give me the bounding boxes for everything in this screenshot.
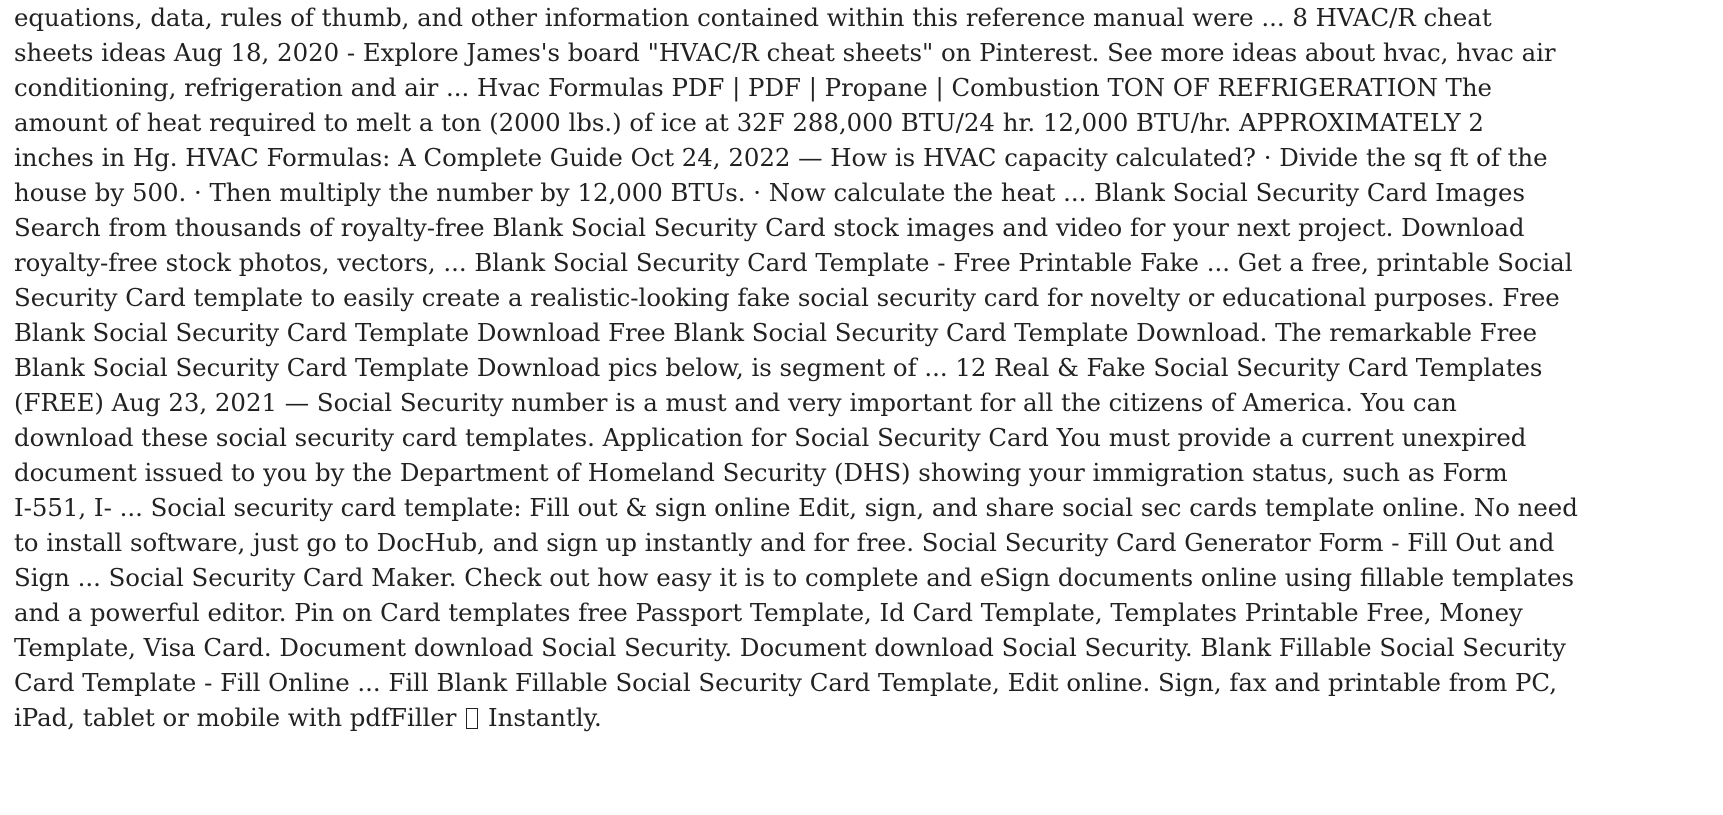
text-line-7: Search from thousands of royalty-free Bl… <box>14 213 1525 242</box>
text-line-16: to install software, just go to DocHub, … <box>14 528 1555 557</box>
text-line-20: Card Template - Fill Online ... Fill Bla… <box>14 668 1557 697</box>
text-line-15: I-551, I- ... Social security card templ… <box>14 493 1578 522</box>
text-line-13: download these social security card temp… <box>14 423 1527 452</box>
text-line-6: house by 500. · Then multiply the number… <box>14 178 1525 207</box>
text-line-8: royalty-free stock photos, vectors, ... … <box>14 248 1573 277</box>
text-line-1: equations, data, rules of thumb, and oth… <box>14 3 1492 32</box>
last-line-end: Instantly. <box>487 703 602 732</box>
text-line-9: Security Card template to easily create … <box>14 283 1560 312</box>
text-line-21: iPad, tablet or mobile with pdfFiller In… <box>14 700 1709 735</box>
document-page: equations, data, rules of thumb, and oth… <box>0 0 1723 815</box>
body-paragraph: equations, data, rules of thumb, and oth… <box>14 0 1709 735</box>
text-line-14: document issued to you by the Department… <box>14 458 1508 487</box>
text-line-11: Blank Social Security Card Template Down… <box>14 353 1543 382</box>
text-line-10: Blank Social Security Card Template Down… <box>14 318 1538 347</box>
text-line-5: inches in Hg. HVAC Formulas: A Complete … <box>14 143 1548 172</box>
text-line-19: Template, Visa Card. Document download S… <box>14 633 1566 662</box>
text-line-18: and a powerful editor. Pin on Card templ… <box>14 598 1523 627</box>
text-line-2: sheets ideas Aug 18, 2020 - Explore Jame… <box>14 38 1556 67</box>
text-line-3: conditioning, refrigeration and air ... … <box>14 73 1492 102</box>
text-line-17: Sign ... Social Security Card Maker. Che… <box>14 563 1574 592</box>
last-line-start: iPad, tablet or mobile with pdfFiller <box>14 703 457 732</box>
text-line-12: (FREE) Aug 23, 2021 — Social Security nu… <box>14 388 1457 417</box>
missing-glyph-icon <box>466 708 479 729</box>
text-line-4: amount of heat required to melt a ton (2… <box>14 108 1484 137</box>
